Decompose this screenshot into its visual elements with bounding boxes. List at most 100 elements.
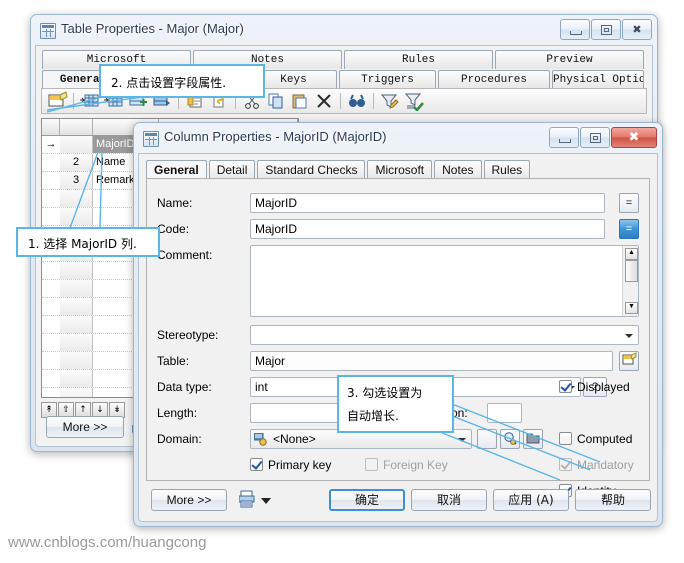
cancel-button[interactable]: 取消: [411, 489, 487, 511]
checkbox-box: [559, 458, 572, 471]
table-icon: [40, 23, 56, 39]
name-field[interactable]: MajorID: [250, 193, 605, 213]
primary-key-checkbox[interactable]: Primary key: [250, 458, 331, 472]
annotation-step-3-line-2: 自动增长.: [347, 409, 399, 423]
domain-open-button[interactable]: [523, 429, 543, 449]
row-indicator-icon: [42, 172, 60, 189]
column-properties-dialog[interactable]: Column Properties - MajorID (MajorID) ✖ …: [133, 122, 663, 527]
insert-row-icon[interactable]: [79, 91, 101, 111]
mandatory-label: Mandatory: [577, 458, 634, 472]
tab-microsoft[interactable]: Microsoft: [367, 160, 433, 180]
minimize-icon[interactable]: [549, 127, 579, 148]
comment-textarea[interactable]: [250, 245, 639, 317]
scroll-thumb[interactable]: [625, 260, 638, 282]
row-indicator-icon: →: [45, 138, 57, 150]
stereotype-row: Stereotype:: [157, 325, 639, 347]
filter-edit-icon[interactable]: [379, 91, 401, 111]
delete-icon[interactable]: [313, 91, 335, 111]
table-row-field: Table: Major: [157, 351, 639, 373]
watermark: www.cnblogs.com/huangcong: [8, 534, 207, 551]
apply-button[interactable]: 应用 (A): [493, 489, 569, 511]
column-properties-client: General Detail Standard Checks Microsoft…: [138, 153, 658, 522]
domain-icon: [253, 432, 269, 452]
checkbox-box: [559, 432, 572, 445]
tab-physical-options[interactable]: Physical Options: [552, 70, 644, 89]
displayed-checkbox[interactable]: Displayed: [559, 380, 630, 394]
displayed-label: Displayed: [577, 380, 630, 394]
row-number: 3: [60, 172, 93, 189]
table-properties-window-buttons[interactable]: ✖: [559, 19, 652, 40]
paste-icon[interactable]: [289, 91, 311, 111]
close-icon[interactable]: ✖: [611, 127, 657, 148]
tab-procedures[interactable]: Procedures: [438, 70, 550, 89]
general-tab-panel: Name: MajorID = Code: MajorID = Comment:…: [146, 178, 650, 498]
annotation-step-3: 3. 勾选设置为 自动增长.: [337, 375, 454, 433]
annotation-step-1-text: 1. 选择 MajorID 列.: [28, 237, 137, 251]
code-field[interactable]: MajorID: [250, 219, 605, 239]
ok-button[interactable]: 确定: [329, 489, 405, 511]
tab-rules[interactable]: Rules: [483, 160, 531, 180]
tab-standard-checks[interactable]: Standard Checks: [257, 160, 366, 180]
table-more-button[interactable]: More >>: [46, 416, 124, 438]
precision-field[interactable]: [487, 403, 522, 423]
table-properties-titlebar[interactable]: Table Properties - Major (Major) ✖: [31, 15, 657, 45]
domain-value: <None>: [273, 432, 316, 446]
tab-rules[interactable]: Rules: [344, 50, 493, 69]
maximize-icon[interactable]: [591, 19, 621, 40]
maximize-icon[interactable]: [580, 127, 610, 148]
row-number: [60, 136, 93, 153]
annotation-step-2: 2. 点击设置字段属性.: [99, 64, 265, 98]
tab-triggers[interactable]: Triggers: [339, 70, 436, 89]
comment-scrollbar[interactable]: ▲ ▼: [622, 246, 638, 316]
column-icon: [143, 131, 159, 147]
close-icon[interactable]: ✖: [622, 19, 652, 40]
name-label: Name:: [157, 196, 193, 210]
tab-general[interactable]: General: [146, 160, 207, 180]
scroll-up-icon[interactable]: ▲: [625, 248, 638, 260]
length-label: Length:: [157, 406, 198, 420]
annotation-step-2-text: 2. 点击设置字段属性.: [111, 76, 227, 90]
datatype-value: int: [255, 380, 268, 394]
column-properties-window-buttons[interactable]: ✖: [548, 127, 657, 148]
tab-notes[interactable]: Notes: [434, 160, 482, 180]
scroll-down-icon[interactable]: ▼: [625, 302, 638, 314]
name-equals-button[interactable]: =: [619, 193, 639, 213]
table-field[interactable]: Major: [250, 351, 613, 371]
find-icon[interactable]: [346, 91, 368, 111]
column-properties-tabs[interactable]: General Detail Standard Checks Microsoft…: [146, 160, 532, 180]
stereotype-combo[interactable]: [250, 325, 639, 345]
checkbox-box: [365, 458, 378, 471]
chevron-down-icon[interactable]: [261, 498, 271, 504]
foreign-key-label: Foreign Key: [383, 458, 448, 472]
computed-checkbox[interactable]: Computed: [559, 432, 632, 446]
checkbox-box: [250, 458, 263, 471]
domain-create-button[interactable]: [477, 429, 497, 449]
row-number: 2: [60, 154, 93, 171]
tab-preview[interactable]: Preview: [495, 50, 644, 69]
primary-key-label: Primary key: [268, 458, 332, 472]
tab-detail[interactable]: Detail: [208, 160, 256, 180]
domain-label: Domain:: [157, 432, 202, 446]
chevron-down-icon[interactable]: [458, 438, 466, 442]
table-properties-title: Table Properties - Major (Major): [61, 21, 244, 36]
column-properties-titlebar[interactable]: Column Properties - MajorID (MajorID) ✖: [134, 123, 662, 153]
code-equals-button[interactable]: =: [619, 219, 639, 239]
properties-icon[interactable]: [46, 91, 68, 111]
dialog-button-bar: More >> 确定 取消 应用 (A) 帮助: [139, 487, 657, 517]
comment-label: Comment:: [157, 248, 213, 262]
grid-header-number: [60, 119, 93, 135]
computed-label: Computed: [577, 432, 633, 446]
stereotype-label: Stereotype:: [157, 328, 219, 342]
more-button[interactable]: More >>: [151, 489, 227, 511]
filter-apply-icon[interactable]: [403, 91, 425, 112]
help-button[interactable]: 帮助: [575, 489, 651, 511]
column-properties-title: Column Properties - MajorID (MajorID): [164, 129, 387, 144]
datatype-label: Data type:: [157, 380, 212, 394]
copy-icon[interactable]: [265, 91, 287, 111]
comment-row: Comment: ▲ ▼: [157, 245, 639, 317]
table-properties-button[interactable]: [619, 351, 639, 371]
domain-browse-button[interactable]: [500, 429, 520, 449]
chevron-down-icon[interactable]: [625, 334, 633, 338]
print-icon[interactable]: [238, 490, 255, 511]
minimize-icon[interactable]: [560, 19, 590, 40]
